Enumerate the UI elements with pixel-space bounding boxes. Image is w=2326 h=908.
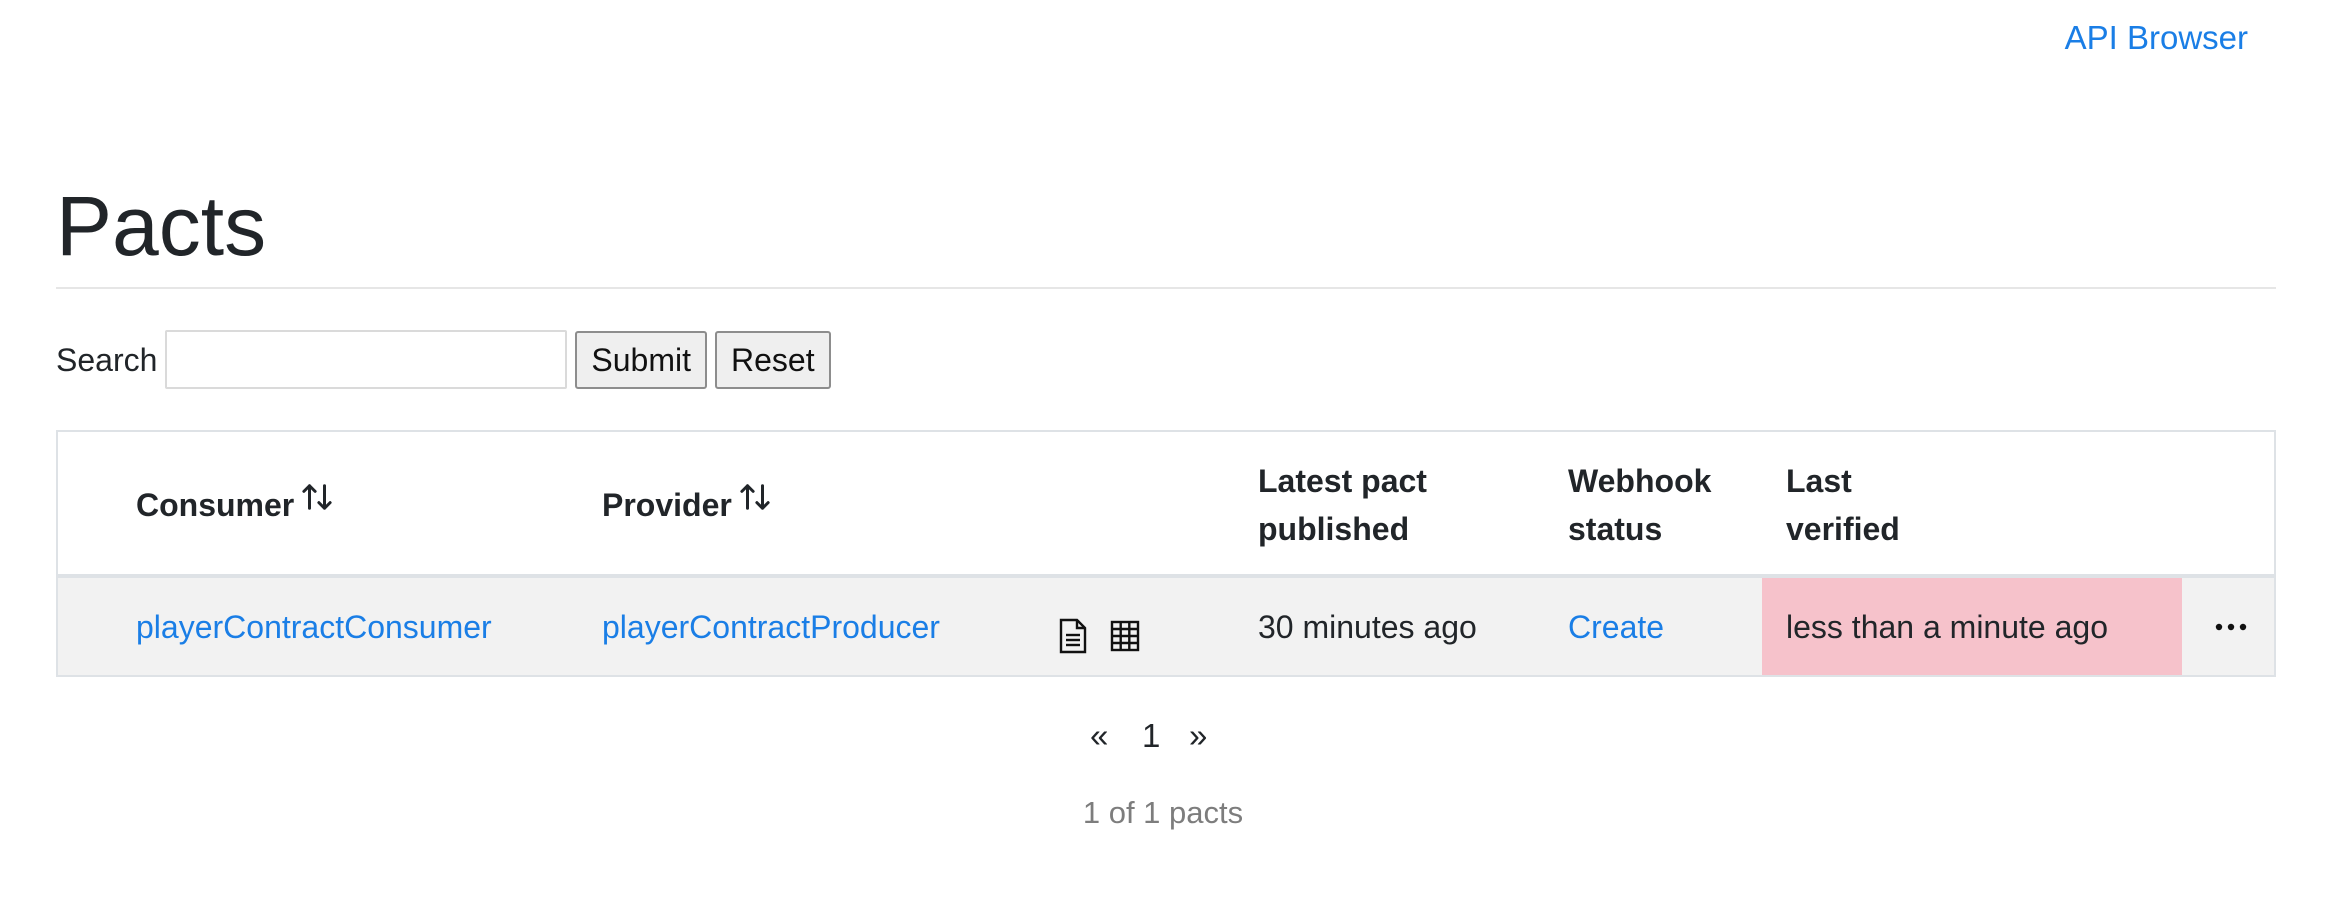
last-verified-cell: less than a minute ago [1786, 578, 2108, 675]
pagination: « 1 » [0, 712, 2326, 760]
pacts-table: Consumer Provider Latest pact published … [56, 430, 2276, 677]
table-grid-icon[interactable] [1110, 620, 1140, 652]
column-header-provider-label: Provider [602, 487, 732, 523]
webhook-create-link[interactable]: Create [1568, 607, 1664, 647]
provider-link[interactable]: playerContractProducer [602, 607, 940, 647]
table-row: playerContractConsumer playerContractPro… [58, 578, 2274, 675]
table-header: Consumer Provider Latest pact published … [58, 432, 2274, 578]
submit-button[interactable]: Submit [575, 330, 707, 389]
column-header-last-verified: Last verified [1786, 457, 1900, 553]
column-header-last-verified-line1: Last [1786, 463, 1852, 499]
last-verified-value: less than a minute ago [1786, 608, 2108, 645]
latest-pact-published-value: 30 minutes ago [1258, 608, 1477, 645]
column-header-latest-pact-line1: Latest pact [1258, 463, 1427, 499]
page-title: Pacts [56, 179, 267, 273]
column-header-provider[interactable]: Provider [602, 481, 770, 529]
column-header-last-verified-line2: verified [1786, 511, 1900, 547]
ellipsis-icon[interactable] [2214, 622, 2248, 632]
pacts-count: 1 of 1 pacts [1082, 795, 1244, 830]
api-browser-link[interactable]: API Browser [2065, 18, 2248, 58]
column-header-consumer[interactable]: Consumer [136, 481, 332, 529]
consumer-cell: playerContractConsumer [136, 578, 492, 675]
title-divider [56, 287, 2276, 289]
next-page-button[interactable]: » [1189, 717, 1207, 755]
previous-page-button[interactable]: « [1090, 717, 1108, 755]
webhook-status-cell: Create [1568, 578, 1664, 675]
consumer-link[interactable]: playerContractConsumer [136, 607, 492, 647]
column-header-consumer-label: Consumer [136, 487, 295, 523]
column-header-webhook-line1: Webhook [1568, 463, 1712, 499]
column-header-webhook-line2: status [1568, 511, 1663, 547]
provider-cell: playerContractProducer [602, 578, 940, 675]
latest-pact-published-cell: 30 minutes ago [1258, 578, 1477, 675]
column-header-latest-pact-published: Latest pact published [1258, 457, 1427, 553]
sort-icon[interactable] [740, 482, 770, 512]
search-form: Search Submit Reset [56, 328, 839, 391]
column-header-latest-pact-line2: published [1258, 511, 1410, 547]
search-label: Search [56, 341, 158, 378]
page-number-1[interactable]: 1 [1142, 717, 1160, 755]
sort-icon[interactable] [302, 482, 332, 512]
reset-button[interactable]: Reset [714, 330, 831, 389]
column-header-webhook-status: Webhook status [1568, 457, 1711, 553]
search-input[interactable] [165, 330, 568, 389]
document-icon[interactable] [1058, 618, 1088, 654]
